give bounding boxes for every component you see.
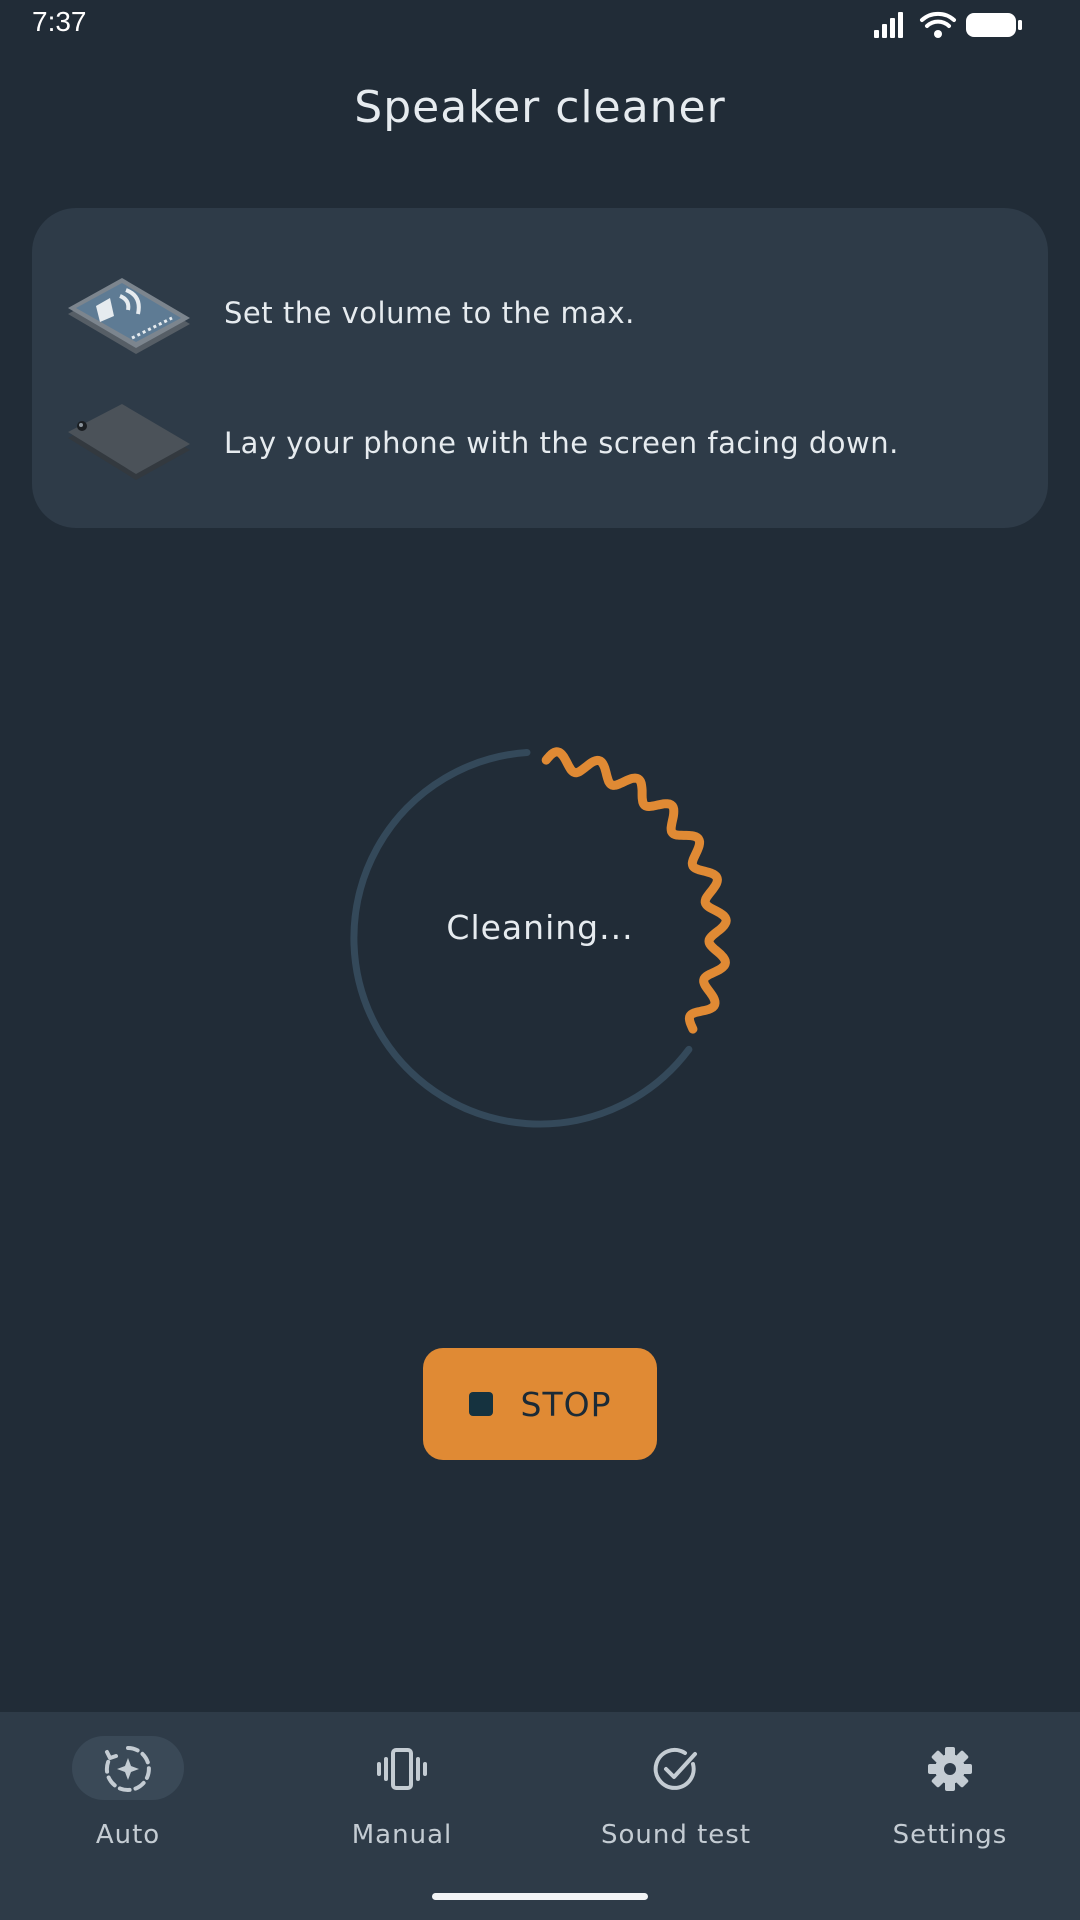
progress-label: Cleaning... — [446, 908, 634, 947]
home-indicator — [432, 1893, 648, 1900]
phone-speaker-icon — [62, 258, 192, 368]
instruction-text: Set the volume to the max. — [224, 296, 635, 330]
nav-item-auto[interactable]: Auto — [0, 1712, 270, 1892]
bottom-navigation: Auto Manual Sound test Settings — [0, 1712, 1080, 1920]
nav-label: Manual — [351, 1820, 453, 1850]
nav-item-manual[interactable]: Manual — [274, 1712, 544, 1892]
check-circle-icon — [653, 1747, 697, 1790]
auto-clean-icon — [104, 1746, 151, 1792]
status-icons — [874, 10, 1024, 40]
phone-face-down-icon — [62, 388, 192, 498]
nav-label: Sound test — [600, 1820, 752, 1850]
gear-icon — [928, 1747, 972, 1791]
nav-item-sound-test[interactable]: Sound test — [548, 1712, 818, 1892]
status-bar: 7:37 — [0, 0, 1080, 50]
instructions-card: Set the volume to the max. Lay your phon… — [32, 208, 1048, 528]
status-time: 7:37 — [32, 6, 87, 37]
stop-icon — [468, 1392, 493, 1416]
nav-label: Settings — [892, 1820, 1008, 1850]
cleaning-progress: Cleaning... — [340, 730, 740, 1130]
vibrate-icon — [377, 1748, 427, 1790]
wifi-icon — [920, 11, 956, 38]
instruction-volume: Set the volume to the max. — [32, 258, 1048, 368]
nav-label: Auto — [95, 1820, 161, 1850]
stop-button[interactable]: STOP — [423, 1348, 657, 1460]
progress-wave — [541, 747, 731, 1034]
nav-item-settings[interactable]: Settings — [822, 1712, 1080, 1892]
signal-icon — [874, 12, 903, 38]
instruction-face-down: Lay your phone with the screen facing do… — [32, 388, 1048, 498]
page-title: Speaker cleaner — [354, 82, 726, 133]
battery-icon — [966, 13, 1022, 37]
instruction-text: Lay your phone with the screen facing do… — [224, 426, 899, 460]
stop-button-label: STOP — [520, 1384, 612, 1424]
